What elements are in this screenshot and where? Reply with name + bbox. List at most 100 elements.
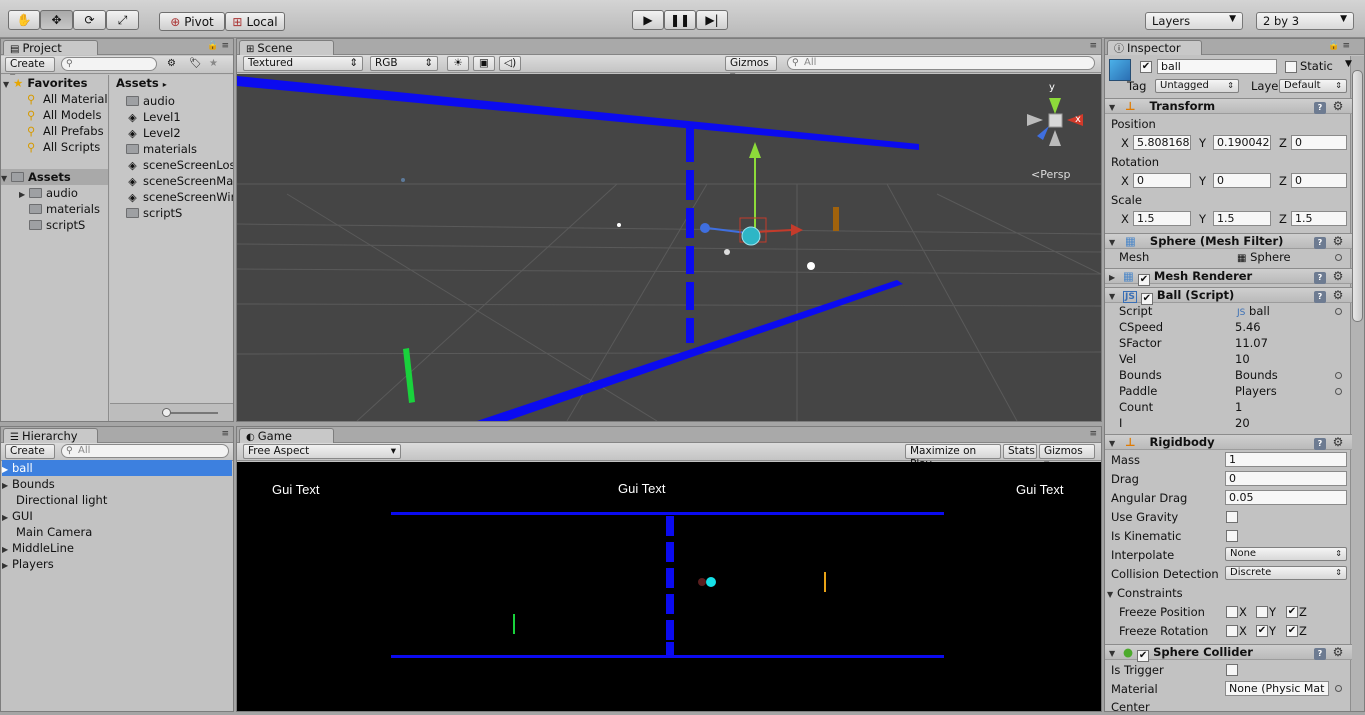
asset-item[interactable]: materials	[126, 141, 197, 157]
hierarchy-search-input[interactable]: ⚲ All	[61, 444, 229, 458]
tab-game[interactable]: ◐ Game	[239, 428, 334, 443]
audio-toggle[interactable]: ◁)	[499, 56, 521, 71]
tree-folder[interactable]: ▶ audio	[19, 185, 78, 201]
interpolate-dropdown[interactable]: None ⇕	[1225, 547, 1347, 561]
game-gizmos-dropdown[interactable]: Gizmos ▾	[1039, 444, 1095, 470]
tab-hierarchy[interactable]: ☰ Hierarchy	[3, 428, 98, 443]
sphere-collider-header[interactable]: ▼ ● ✔ Sphere Collider ? ⚙	[1105, 644, 1352, 662]
layer-dropdown[interactable]: Default ⇕	[1279, 79, 1347, 93]
pivot-toggle[interactable]: ⊕ Pivot	[159, 12, 225, 31]
ball-script-header[interactable]: ▼ JS ✔ Ball (Script) ? ⚙	[1105, 287, 1352, 305]
project-create-dropdown[interactable]: Create ▾	[5, 57, 55, 83]
freeze-rotation-z-checkbox[interactable]: ✔	[1286, 625, 1298, 637]
cspeed-value[interactable]: 5.46	[1235, 320, 1261, 334]
stats-toggle[interactable]: Stats	[1003, 444, 1037, 459]
bounds-value[interactable]: Bounds	[1235, 368, 1278, 382]
expand-arrow-icon[interactable]: ▼	[1109, 289, 1119, 304]
gear-icon[interactable]: ⚙	[1332, 646, 1344, 659]
scene-viewport[interactable]: y x <Persp	[237, 74, 1101, 421]
vel-value[interactable]: 10	[1235, 352, 1250, 366]
sfactor-value[interactable]: 11.07	[1235, 336, 1268, 350]
panel-menu-icon[interactable]: ≡	[1089, 41, 1097, 51]
position-x-field[interactable]: 5.808168	[1133, 135, 1191, 150]
help-icon[interactable]: ?	[1314, 648, 1326, 660]
asset-item[interactable]: scriptS	[126, 205, 182, 221]
rotation-z-field[interactable]: 0	[1291, 173, 1347, 188]
sphere-collider-checkbox[interactable]: ✔	[1137, 650, 1150, 662]
hierarchy-item-bounds[interactable]: ▶ Bounds	[2, 476, 55, 492]
rotation-y-field[interactable]: 0	[1213, 173, 1271, 188]
favorite-item[interactable]: ⚲ All Prefabs	[27, 123, 104, 139]
inspector-scrollbar[interactable]	[1350, 56, 1364, 711]
scale-z-field[interactable]: 1.5	[1291, 211, 1347, 226]
expand-arrow-icon[interactable]: ▼	[1109, 436, 1119, 451]
hierarchy-item-players[interactable]: ▶ Players	[2, 556, 54, 572]
tag-dropdown[interactable]: Untagged ⇕	[1155, 79, 1239, 93]
hand-tool-button[interactable]: ✋	[8, 10, 40, 30]
static-checkbox[interactable]	[1285, 61, 1297, 73]
layout-dropdown[interactable]: 2 by 3 ▼	[1256, 12, 1354, 30]
active-checkbox[interactable]: ✔	[1140, 61, 1152, 73]
expand-arrow-icon[interactable]: ▼	[1109, 100, 1119, 115]
lighting-toggle[interactable]: ☀	[447, 56, 469, 71]
object-picker-icon[interactable]	[1335, 388, 1342, 395]
freeze-position-y-checkbox[interactable]	[1256, 606, 1268, 618]
hierarchy-item-middleline[interactable]: ▶ MiddleLine	[2, 540, 74, 556]
hierarchy-item-directional-light[interactable]: Directional light	[16, 492, 107, 508]
overlay-toggle[interactable]: ▣	[473, 56, 495, 71]
render-mode-dropdown[interactable]: Textured ⇕	[243, 56, 363, 71]
object-picker-icon[interactable]	[1335, 308, 1342, 315]
asset-item[interactable]: ◈ Level2	[126, 125, 180, 141]
color-mode-dropdown[interactable]: RGB ⇕	[370, 56, 438, 71]
hierarchy-item-gui[interactable]: ▶ GUI	[2, 508, 33, 524]
tree-folder[interactable]: scriptS	[29, 217, 85, 233]
mesh-value[interactable]: ▦ Sphere	[1237, 250, 1291, 264]
asset-item[interactable]: audio	[126, 93, 175, 109]
position-y-field[interactable]: 0.190042	[1213, 135, 1271, 150]
lock-menu-icon[interactable]: 🔒 ≡	[1328, 41, 1350, 51]
filter-label-icon[interactable]: 🏷	[189, 58, 202, 69]
tree-folder[interactable]: materials	[29, 201, 100, 217]
expand-arrow-icon[interactable]: ▼	[1, 171, 11, 187]
object-name-field[interactable]: ball	[1157, 59, 1277, 74]
hierarchy-item-main-camera[interactable]: Main Camera	[16, 524, 92, 540]
pause-button[interactable]: ❚❚	[664, 10, 696, 30]
favorite-item[interactable]: ⚲ All Scripts	[27, 139, 100, 155]
help-icon[interactable]: ?	[1314, 237, 1326, 249]
collapse-arrow-icon[interactable]: ▶	[2, 510, 12, 526]
gear-icon[interactable]: ⚙	[1332, 436, 1344, 449]
favorite-star-icon[interactable]: ★	[209, 58, 218, 69]
asset-item[interactable]: ◈ Level1	[126, 109, 180, 125]
favorite-item[interactable]: ⚲ All Models	[27, 107, 101, 123]
tab-scene[interactable]: ⊞ Scene	[239, 40, 334, 55]
material-field[interactable]: None (Physic Mat	[1225, 681, 1329, 696]
asset-item[interactable]: ◈ sceneScreenMa	[126, 173, 233, 189]
script-value[interactable]: JS ball	[1237, 304, 1270, 318]
local-toggle[interactable]: ⊞ Local	[225, 12, 285, 31]
persp-label[interactable]: <Persp	[1031, 168, 1070, 181]
freeze-rotation-y-checkbox[interactable]: ✔	[1256, 625, 1268, 637]
use-gravity-checkbox[interactable]	[1226, 511, 1238, 523]
panel-menu-icon[interactable]: ≡	[1089, 429, 1097, 439]
hierarchy-create-dropdown[interactable]: Create ▾	[5, 444, 55, 470]
expand-arrow-icon[interactable]: ▼	[1107, 590, 1117, 599]
drag-field[interactable]: 0	[1225, 471, 1347, 486]
scale-y-field[interactable]: 1.5	[1213, 211, 1271, 226]
collapse-arrow-icon[interactable]: ▶	[1109, 270, 1119, 285]
collapse-arrow-icon[interactable]: ▶	[19, 187, 29, 203]
scrollbar-thumb[interactable]	[1352, 70, 1363, 322]
tab-project[interactable]: ▤ Project	[3, 40, 98, 55]
project-search-input[interactable]: ⚲	[61, 57, 157, 71]
tab-inspector[interactable]: ⓘ Inspector	[1107, 40, 1202, 55]
scene-gizmos-dropdown[interactable]: Gizmos ▾	[725, 56, 777, 82]
position-z-field[interactable]: 0	[1291, 135, 1347, 150]
play-button[interactable]: ▶	[632, 10, 664, 30]
object-picker-icon[interactable]	[1335, 254, 1342, 261]
help-icon[interactable]: ?	[1314, 291, 1326, 303]
help-icon[interactable]: ?	[1314, 102, 1326, 114]
expand-arrow-icon[interactable]: ▼	[1109, 235, 1119, 250]
rotate-tool-button[interactable]: ⟳	[73, 10, 106, 30]
rotation-x-field[interactable]: 0	[1133, 173, 1191, 188]
collapse-arrow-icon[interactable]: ▶	[2, 558, 12, 574]
lock-menu-icon[interactable]: 🔒 ≡	[207, 41, 229, 51]
